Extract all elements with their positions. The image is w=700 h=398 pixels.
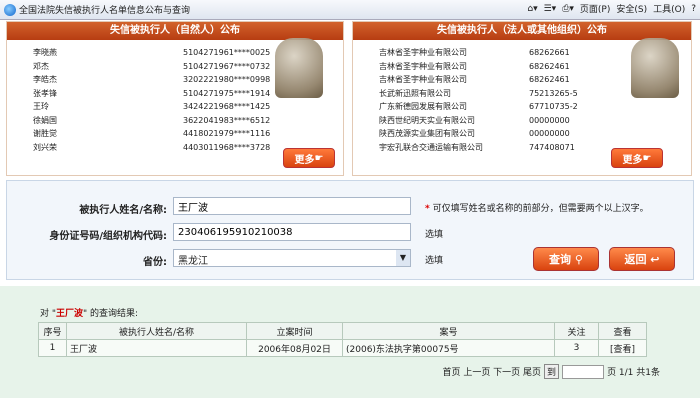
table-row: 1 王厂波 2006年08月02日 (2006)东法执字第00075号 3 [查… (38, 339, 647, 357)
province-select[interactable]: 黑龙江 ▼ (173, 249, 411, 267)
hand-pointer-icon: ☛ (642, 152, 652, 164)
safety-menu[interactable]: 安全(S) (616, 2, 647, 15)
tools-menu[interactable]: 工具(O) (653, 2, 685, 15)
list-item[interactable]: 刘兴荣 4403011968****3728 (33, 141, 270, 155)
list-item[interactable]: 徐娟国 3622041983****6512 (33, 114, 270, 128)
name-input[interactable] (173, 197, 411, 215)
id-label: 身份证号码/组织机构代码: (49, 231, 167, 242)
search-icon: ⚲ (571, 252, 583, 266)
hand-pointer-icon: ☛ (314, 152, 324, 164)
list-item[interactable]: 长武新迅照有限公司 75213265-5 (379, 87, 578, 101)
browser-tab[interactable]: 全国法院失信被执行人名单信息公布与查询 (0, 1, 194, 19)
list-item[interactable]: 李晓燕 5104271961****0025 (33, 46, 270, 60)
id-note: 选填 (425, 230, 444, 240)
return-icon: ↩ (646, 252, 660, 266)
tab-title: 全国法院失信被执行人名单信息公布与查询 (19, 6, 191, 16)
list-item[interactable]: 李皓杰 3202221980****0998 (33, 73, 270, 87)
go-to-page-button[interactable]: 到 (544, 364, 560, 379)
list-item[interactable]: 吉林省圣宇种业有限公司 68262461 (379, 60, 578, 74)
chevron-down-icon: ▼ (396, 250, 410, 266)
print-icon[interactable]: ⎙▾ (562, 4, 574, 14)
province-note: 选填 (425, 256, 444, 266)
results-table: 序号 被执行人姓名/名称 立案时间 案号 关注 查看 1 王厂波 2006年08… (38, 322, 647, 357)
list-item[interactable]: 陕西茂源实业集团有限公司 00000000 (379, 127, 578, 141)
list-item[interactable]: 邓杰 5104271967****0732 (33, 60, 270, 74)
table-header: 序号 被执行人姓名/名称 立案时间 案号 关注 查看 (38, 322, 647, 340)
organization-list: 吉林省圣宇种业有限公司 68262661 吉林省圣宇种业有限公司 68262461 … (379, 46, 578, 154)
ie-icon (4, 3, 16, 16)
name-note: * 可仅填写姓名或名称的前部分，但需要两个以上汉字。 (425, 204, 649, 214)
browser-toolbar: 全国法院失信被执行人名单信息公布与查询 ⌂▾ ☰▾ ⎙▾ 页面(P) 安全(S)… (0, 0, 700, 20)
id-input[interactable] (173, 223, 411, 241)
pager-links[interactable]: 首页 上一页 下一页 尾页 (442, 365, 541, 378)
more-organizations-button[interactable]: 更多 ☛ (611, 148, 663, 168)
individual-panel: 失信被执行人（自然人）公布 李晓燕 5104271961****0025 邓杰 51… (6, 21, 344, 176)
bell-icon (631, 38, 679, 98)
organization-panel-title: 失信被执行人（法人或其他组织）公布 (353, 22, 691, 40)
list-item[interactable]: 陕西世纪明天实业有限公司 00000000 (379, 114, 578, 128)
list-item[interactable]: 张孝锋 5104271975****1914 (33, 87, 270, 101)
toolbar-commands: ⌂▾ ☰▾ ⎙▾ 页面(P) 安全(S) 工具(O) ? (527, 2, 696, 16)
list-item[interactable]: 宇宏孔联合交通运输有限公司 747408071 (379, 141, 578, 155)
feeds-icon[interactable]: ☰▾ (544, 4, 557, 14)
back-button[interactable]: 返回 ↩ (609, 247, 675, 271)
help-icon[interactable]: ? (691, 4, 696, 14)
page-info: 页 1/1 共1条 (607, 368, 660, 378)
more-individuals-button[interactable]: 更多 ☛ (283, 148, 335, 168)
search-form: 被执行人姓名/名称: * 可仅填写姓名或名称的前部分，但需要两个以上汉字。 身份… (6, 180, 694, 280)
query-button[interactable]: 查询 ⚲ (533, 247, 599, 271)
list-item[interactable]: 广东新德园发展有限公司 67710735-2 (379, 100, 578, 114)
list-item[interactable]: 谢胜觉 4418021979****1116 (33, 127, 270, 141)
results-title: 对 "王厂波" 的查询结果: (40, 309, 139, 319)
province-label: 省份: (143, 257, 167, 268)
bell-icon (275, 38, 323, 98)
list-item[interactable]: 王玲 3424221968****1425 (33, 100, 270, 114)
page-menu[interactable]: 页面(P) (580, 2, 610, 15)
list-item[interactable]: 吉林省圣宇种业有限公司 68262461 (379, 73, 578, 87)
individual-list: 李晓燕 5104271961****0025 邓杰 5104271967****07… (33, 46, 270, 154)
page-input[interactable] (562, 364, 605, 379)
pagination: 首页 上一页 下一页 尾页 到 页 1/1 共1条 (442, 364, 660, 379)
view-link[interactable]: [查看] (598, 339, 647, 357)
name-label: 被执行人姓名/名称: (79, 205, 167, 216)
organization-panel: 失信被执行人（法人或其他组织）公布 吉林省圣宇种业有限公司 68262661 吉林… (352, 21, 692, 176)
home-icon[interactable]: ⌂▾ (527, 4, 537, 14)
list-item[interactable]: 吉林省圣宇种业有限公司 68262661 (379, 46, 578, 60)
